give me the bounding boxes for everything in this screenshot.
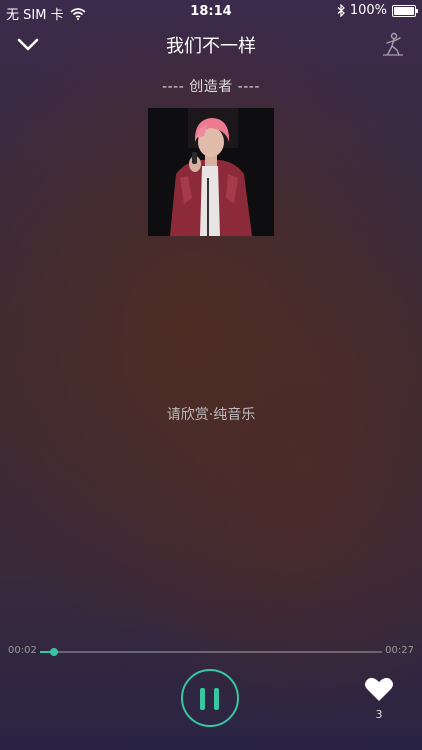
battery-icon — [392, 4, 418, 17]
bluetooth-icon — [337, 4, 345, 17]
like-button[interactable]: 3 — [363, 676, 395, 724]
like-count: 3 — [375, 708, 383, 721]
singer-figure-icon[interactable] — [380, 31, 406, 57]
progress-thumb[interactable] — [49, 648, 58, 656]
status-right: 100% — [337, 3, 418, 18]
lyric-line: 请欣赏·纯音乐 — [166, 407, 256, 423]
progress-track[interactable] — [40, 648, 382, 656]
album-cover — [148, 108, 274, 236]
current-time: 00:02 — [8, 645, 37, 656]
nav-bar: 我们不一样 — [0, 28, 422, 60]
battery-fill — [394, 6, 414, 15]
progress-section: 00:02 00:27 — [0, 642, 422, 662]
pause-button[interactable] — [181, 669, 239, 727]
status-bar: 无 SIM 卡 18:14 100% — [0, 0, 422, 23]
song-title: 我们不一样 — [166, 36, 256, 57]
battery-percent: 100% — [349, 3, 387, 18]
heart-icon — [365, 677, 393, 701]
duration-time: 00:27 — [385, 645, 414, 656]
artist-subtitle: ---- 创造者 ---- — [162, 79, 260, 95]
